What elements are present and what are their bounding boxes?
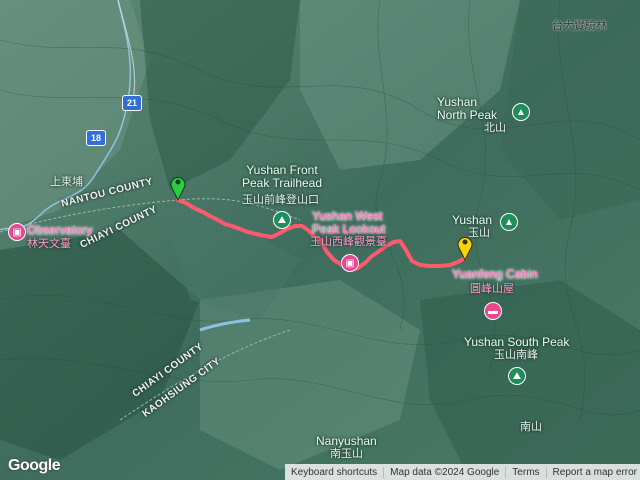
tai-da-label: 台大實驗林 <box>552 20 607 32</box>
north-peak-zh-label: 北山 <box>484 122 506 134</box>
nanyushan-label[interactable]: Nanyushan <box>316 435 377 448</box>
yuanfeng-cabin-label[interactable]: Yuanfeng Cabin <box>452 268 537 281</box>
west-peak-lookout-label[interactable]: Yushan West Peak Lookout <box>312 210 402 236</box>
map-footer: Keyboard shortcuts Map data ©2024 Google… <box>285 464 640 480</box>
route-21-shield: 21 <box>122 95 142 111</box>
south-peak-icon[interactable]: ⛰ <box>508 367 526 385</box>
report-error-link[interactable]: Report a map error <box>545 466 640 478</box>
nanshan-label: 南山 <box>520 421 542 433</box>
south-peak-label[interactable]: Yushan South Peak <box>464 336 569 349</box>
yushan-zh-label: 玉山 <box>468 227 490 239</box>
front-peak-trailhead-icon[interactable]: ⛰ <box>273 211 291 229</box>
west-peak-lookout-zh-label: 玉山西峰觀景臺 <box>310 236 387 248</box>
observatory-label[interactable]: Observatory <box>27 224 92 237</box>
route-18-shield: 18 <box>86 130 106 146</box>
front-peak-trailhead-label[interactable]: Yushan Front Peak Trailhead <box>232 164 332 190</box>
observatory-zh-label: 林天文臺 <box>27 238 71 250</box>
yuanfeng-cabin-zh-label: 圓峰山屋 <box>470 283 514 295</box>
front-peak-trailhead-zh-label: 玉山前峰登山口 <box>242 194 319 206</box>
yushan-label[interactable]: Yushan <box>452 214 492 227</box>
west-peak-lookout-icon[interactable]: ▣ <box>341 254 359 272</box>
google-logo[interactable]: Google <box>8 457 61 475</box>
shangdongpu-label: 上東埔 <box>50 176 83 188</box>
observatory-icon[interactable]: ▣ <box>8 223 26 241</box>
keyboard-shortcuts-link[interactable]: Keyboard shortcuts <box>285 467 383 478</box>
yuanfeng-cabin-icon[interactable]: ▬ <box>484 302 502 320</box>
terms-link[interactable]: Terms <box>505 466 545 478</box>
north-peak-label[interactable]: Yushan North Peak <box>437 96 517 122</box>
yushan-peak-icon[interactable]: ▲ <box>500 213 518 231</box>
map-data-text: Map data ©2024 Google <box>383 466 505 478</box>
south-peak-zh-label: 玉山南峰 <box>494 349 538 361</box>
nanyushan-zh-label: 南玉山 <box>330 448 363 460</box>
